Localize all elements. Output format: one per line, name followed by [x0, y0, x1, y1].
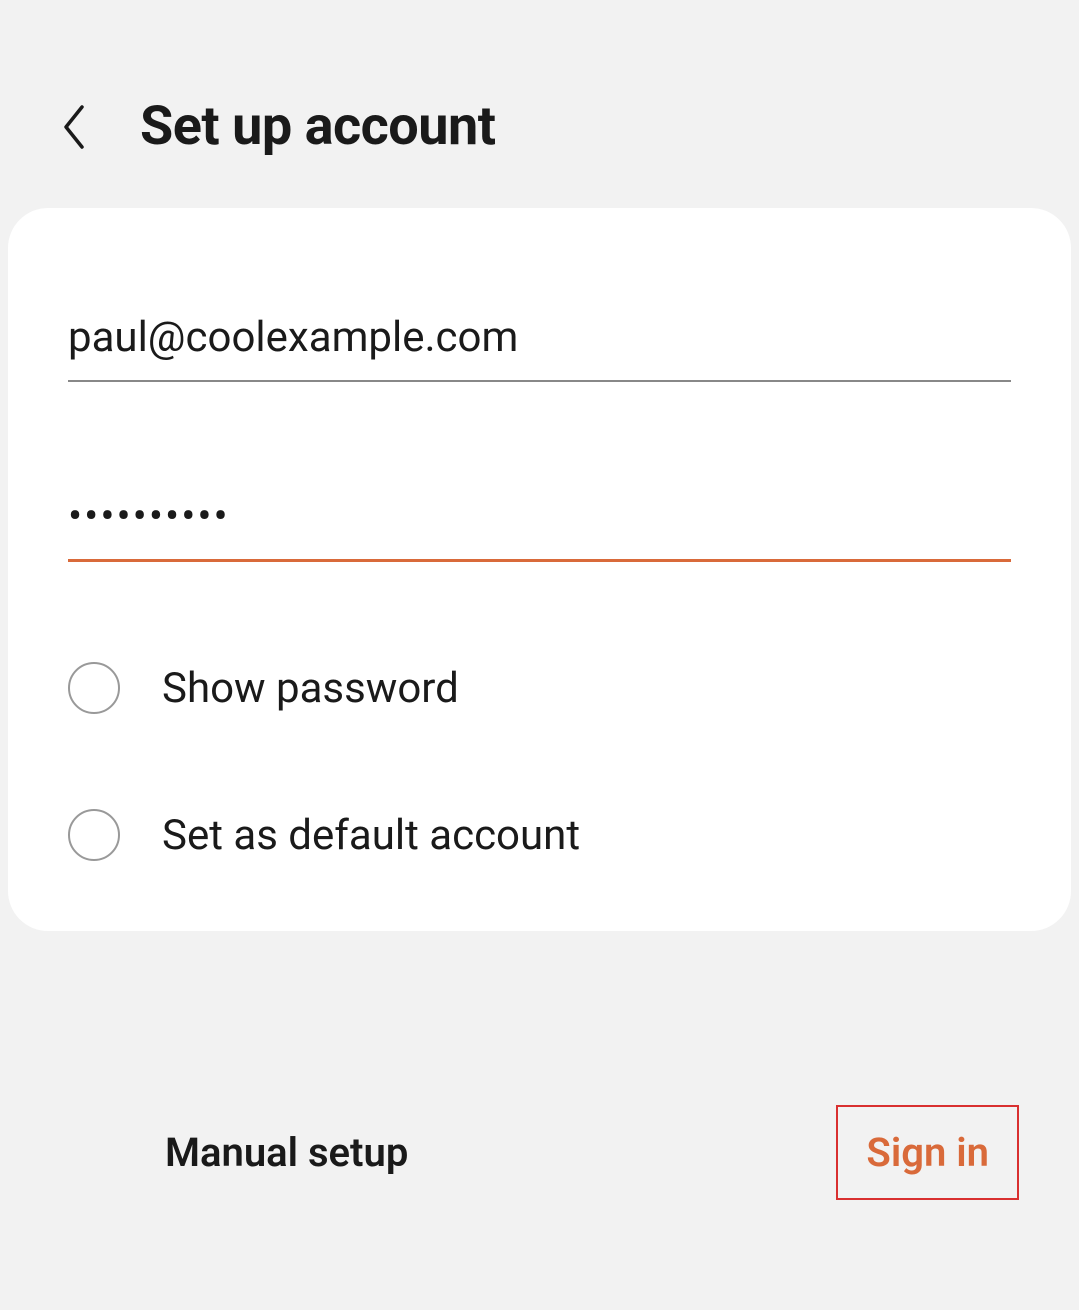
show-password-label: Show password: [162, 664, 459, 713]
email-input-group: [68, 303, 1011, 382]
email-field[interactable]: [68, 303, 1011, 382]
header-bar: Set up account: [0, 0, 1079, 208]
show-password-row[interactable]: Show password: [68, 662, 1011, 714]
page-title: Set up account: [140, 95, 496, 158]
password-input-group: [68, 482, 1011, 562]
back-icon[interactable]: [60, 102, 90, 152]
default-account-row[interactable]: Set as default account: [68, 809, 1011, 861]
show-password-checkbox[interactable]: [68, 662, 120, 714]
password-field[interactable]: [68, 482, 1011, 562]
signin-button[interactable]: Sign in: [836, 1105, 1019, 1200]
manual-setup-button[interactable]: Manual setup: [165, 1129, 408, 1176]
default-account-checkbox[interactable]: [68, 809, 120, 861]
form-card: Show password Set as default account: [8, 208, 1071, 931]
default-account-label: Set as default account: [162, 811, 580, 860]
bottom-actions: Manual setup Sign in: [0, 1105, 1079, 1200]
